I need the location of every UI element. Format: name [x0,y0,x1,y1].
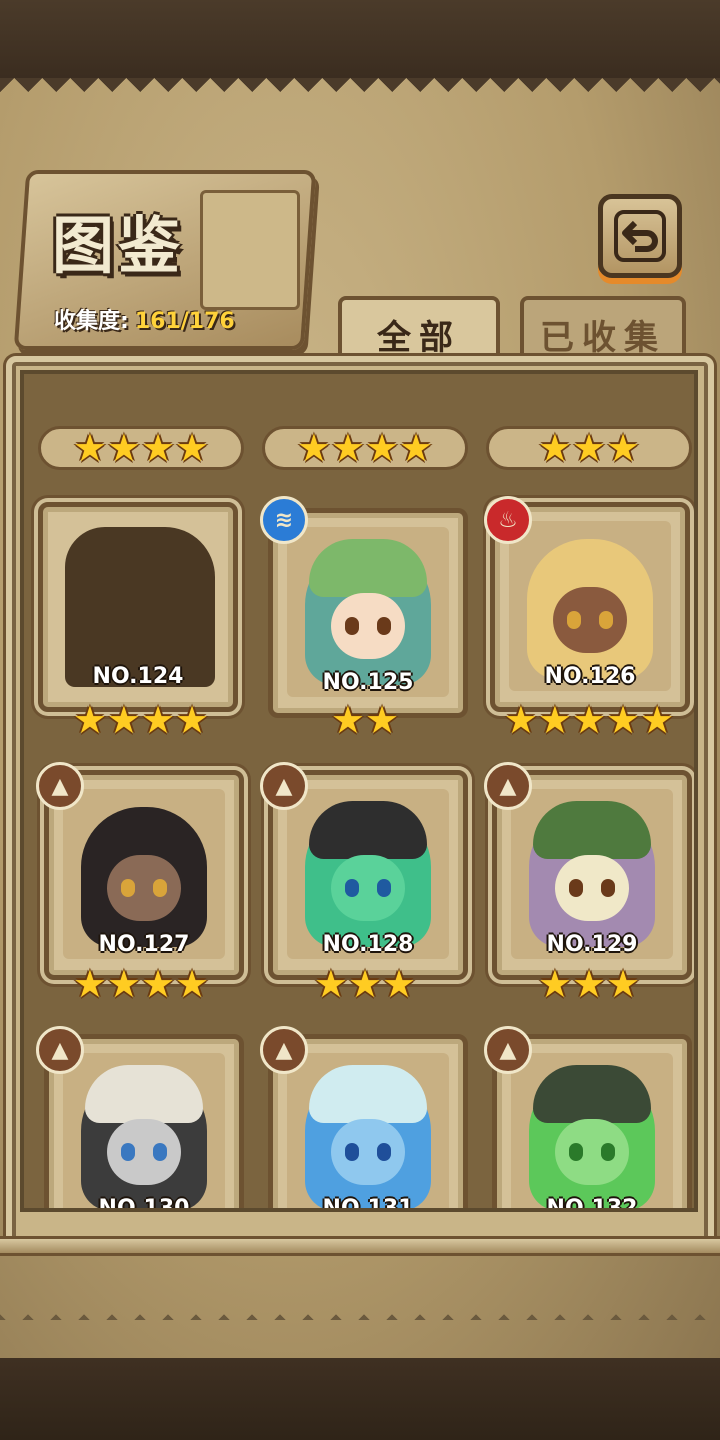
star-rating: ★★ [262,698,468,742]
mountain-icon: ▲ [260,762,308,810]
collection-label: 收集度: [54,309,129,334]
monster-number: NO.124 [92,664,184,689]
monster-number: NO.131 [322,1196,414,1212]
monster-number: NO.126 [544,664,636,689]
monster-portrait [511,1053,673,1208]
mountain-icon: ▲ [36,762,84,810]
flame-icon: ♨ [484,496,532,544]
star-rating: ★★★★ [262,426,468,470]
mountain-icon: ▲ [484,762,532,810]
star-icons: ★★★ [537,962,641,1006]
star-rating: ★★★ [486,962,692,1006]
star-rating: ★★★★★ [486,698,692,742]
page-title: 图鉴 [52,209,185,282]
monster-portrait [63,1053,225,1208]
star-rating: ★★★★ [38,426,244,470]
star-rating: ★★★★ [38,962,244,1006]
panel-bottom-frame [0,1236,720,1256]
water-waves-icon: ≋ [260,496,308,544]
monster-number: NO.127 [98,932,190,957]
mountain-icon: ▲ [260,1026,308,1074]
return-arrow-icon [614,210,666,262]
monster-number: NO.132 [546,1196,638,1212]
top-border [0,0,720,82]
star-icons: ★★★★ [72,426,210,470]
book-page-illustration [200,190,300,310]
collection-progress: 收集度: 161/176 [54,303,235,335]
back-button[interactable] [598,194,682,278]
star-icons: ★★★ [313,962,417,1006]
monster-number: NO.125 [322,670,414,695]
star-icons: ★★★★★ [503,698,675,742]
star-icons: ★★★★ [72,698,210,742]
monster-card-124[interactable]: NO.124 [38,502,238,712]
zigzag-border-bottom [0,1300,720,1320]
star-icons: ★★ [330,698,400,742]
collection-count: 161/176 [134,309,235,334]
star-icons: ★★★★ [296,426,434,470]
star-icons: ★★★ [537,426,641,470]
star-icons: ★★★★ [72,962,210,1006]
monster-card-125[interactable]: NO.125 [268,508,468,718]
mountain-icon: ▲ [36,1026,84,1074]
star-rating: ★★★ [262,962,468,1006]
codex-grid[interactable]: ★★★★ ★★★★ ★★★ NO.124 ★★★★ NO.125 ≋ ★★ NO… [20,370,698,1212]
monster-number: NO.128 [322,932,414,957]
bottom-border [0,1358,720,1440]
monster-portrait [287,1053,449,1208]
monster-number: NO.130 [98,1196,190,1212]
monster-number: NO.129 [546,932,638,957]
star-rating: ★★★ [486,426,692,470]
zigzag-border-top [0,78,720,98]
star-rating: ★★★★ [38,698,244,742]
mountain-icon: ▲ [484,1026,532,1074]
